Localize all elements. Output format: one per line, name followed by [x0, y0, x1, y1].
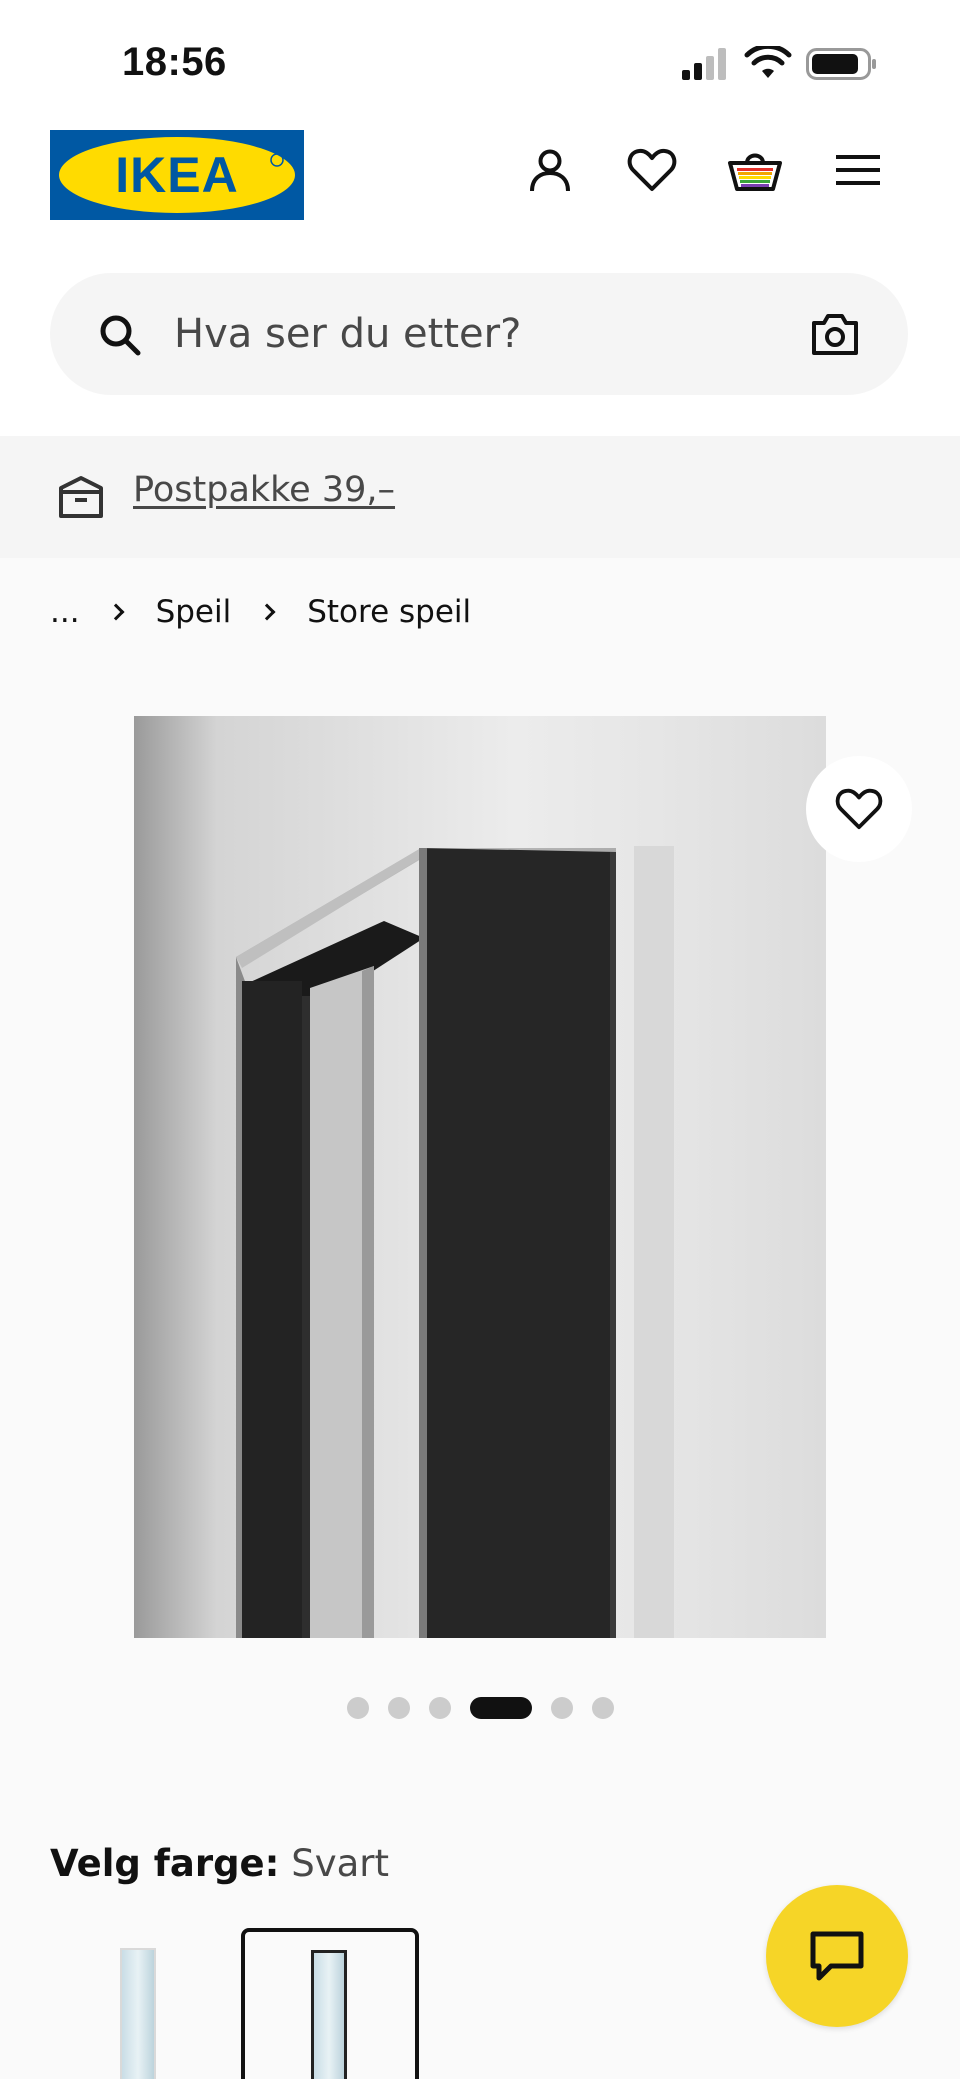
mirror-photo — [134, 716, 826, 1638]
delivery-banner: Postpakke 39,– — [0, 436, 960, 558]
breadcrumb-speil[interactable]: Speil — [156, 594, 232, 630]
chevron-right-icon — [107, 603, 125, 621]
carousel-indicators — [0, 1697, 960, 1719]
chat-bubble-icon — [810, 1931, 864, 1981]
carousel-dot-active[interactable] — [469, 1697, 532, 1719]
ikea-logo[interactable]: IKEA — [50, 130, 304, 220]
status-time: 18:56 — [122, 40, 227, 84]
battery-icon — [806, 48, 876, 80]
delivery-box-icon — [59, 476, 103, 518]
breadcrumb-store-speil[interactable]: Store speil — [307, 594, 471, 630]
carousel-dot[interactable] — [428, 1697, 451, 1719]
carousel-dot[interactable] — [550, 1697, 573, 1719]
site-header: IKEA — [0, 120, 960, 270]
search-section: Hva ser du etter? — [0, 270, 960, 436]
profile-icon[interactable] — [522, 142, 578, 198]
carousel-dot[interactable] — [591, 1697, 614, 1719]
color-label-title: Velg farge: — [50, 1842, 280, 1885]
status-bar: 18:56 — [0, 0, 960, 120]
swatch-image — [311, 1950, 347, 2079]
color-selector-label: Velg farge: Svart — [50, 1842, 389, 1885]
heart-icon — [835, 788, 883, 830]
carousel-dot[interactable] — [387, 1697, 410, 1719]
cellular-signal-icon — [682, 48, 726, 80]
postpakke-link[interactable]: Postpakke 39,– — [133, 470, 395, 510]
search-icon — [100, 315, 141, 356]
breadcrumb-ellipsis[interactable]: ... — [50, 594, 80, 630]
heart-icon[interactable] — [624, 142, 680, 198]
hamburger-menu-icon[interactable] — [830, 142, 886, 198]
camera-icon[interactable] — [810, 311, 860, 357]
ikea-logo-mark: IKEA — [50, 130, 304, 220]
search-input[interactable]: Hva ser du etter? — [50, 273, 908, 395]
color-label-value: Svart — [291, 1842, 389, 1885]
chat-button[interactable] — [766, 1885, 908, 2027]
wifi-icon — [744, 46, 792, 78]
swatch-white-frame[interactable] — [50, 1928, 228, 2079]
breadcrumb: ... Speil Store speil — [50, 590, 471, 634]
swatch-image — [120, 1948, 156, 2079]
shopping-basket-icon[interactable] — [727, 142, 783, 198]
product-image[interactable] — [134, 716, 826, 1638]
search-placeholder: Hva ser du etter? — [174, 311, 522, 357]
carousel-dot[interactable] — [346, 1697, 369, 1719]
add-to-favorites-button[interactable] — [806, 756, 912, 862]
chevron-right-icon — [258, 603, 276, 621]
logo-text: IKEA — [115, 147, 238, 203]
swatch-black-frame[interactable] — [241, 1928, 419, 2079]
